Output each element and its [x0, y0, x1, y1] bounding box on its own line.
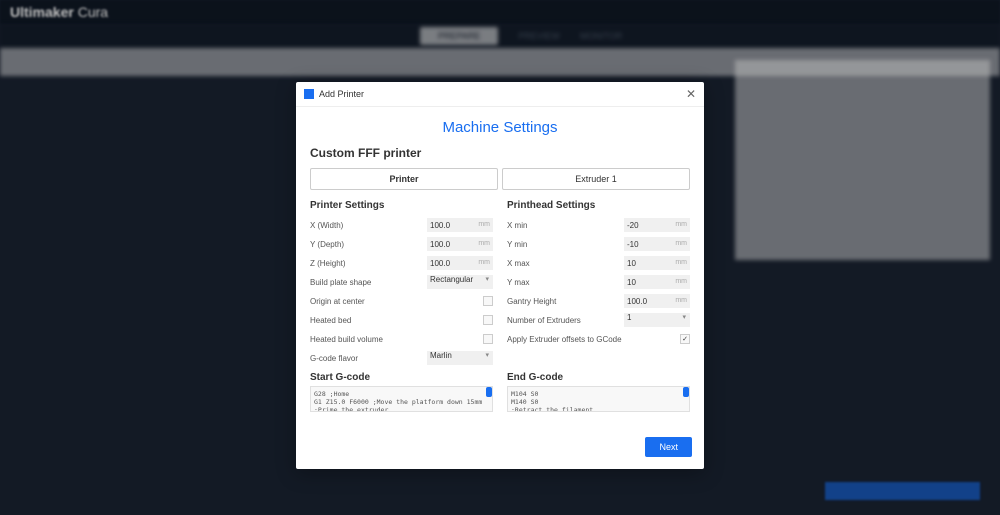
extruders-select[interactable]: 1: [624, 313, 690, 327]
tab-printer[interactable]: Printer: [310, 168, 498, 190]
printhead-settings-column: Printhead Settings X min mm Y min mm X max…: [507, 200, 690, 417]
heated-bed-label: Heated bed: [310, 316, 483, 325]
scrollbar-thumb[interactable]: [486, 387, 492, 397]
x-min-input[interactable]: [624, 218, 672, 232]
z-height-input[interactable]: [427, 256, 475, 270]
gantry-input[interactable]: [624, 294, 672, 308]
y-max-unit: mm: [672, 275, 690, 289]
x-max-input[interactable]: [624, 256, 672, 270]
extruders-label: Number of Extruders: [507, 316, 624, 325]
heated-bed-checkbox[interactable]: [483, 315, 493, 325]
modal-icon: [304, 89, 314, 99]
gcode-flavor-select[interactable]: Marlin: [427, 351, 493, 365]
origin-label: Origin at center: [310, 297, 483, 306]
modal-heading: Machine Settings: [310, 119, 690, 136]
tab-extruder[interactable]: Extruder 1: [502, 168, 690, 190]
printer-name: Custom FFF printer: [310, 146, 690, 160]
offsets-label: Apply Extruder offsets to GCode: [507, 335, 680, 344]
z-height-unit: mm: [475, 256, 493, 270]
gcode-flavor-label: G-code flavor: [310, 354, 427, 363]
z-height-label: Z (Height): [310, 259, 427, 268]
build-plate-label: Build plate shape: [310, 278, 427, 287]
y-min-input[interactable]: [624, 237, 672, 251]
x-width-input[interactable]: [427, 218, 475, 232]
end-gcode-heading: End G-code: [507, 372, 690, 383]
x-max-label: X max: [507, 259, 624, 268]
modal-titlebar: Add Printer ✕: [296, 82, 704, 107]
modal-window-title: Add Printer: [319, 89, 364, 99]
gantry-label: Gantry Height: [507, 297, 624, 306]
origin-checkbox[interactable]: [483, 296, 493, 306]
scrollbar-thumb[interactable]: [683, 387, 689, 397]
printer-settings-heading: Printer Settings: [310, 200, 493, 211]
add-printer-modal: Add Printer ✕ Machine Settings Custom FF…: [296, 82, 704, 469]
end-gcode-textarea[interactable]: M104 S0 M140 S0 ;Retract the filament: [507, 386, 690, 412]
y-depth-unit: mm: [475, 237, 493, 251]
start-gcode-textarea[interactable]: G28 ;Home G1 Z15.0 F6000 ;Move the platf…: [310, 386, 493, 412]
y-depth-input[interactable]: [427, 237, 475, 251]
x-width-unit: mm: [475, 218, 493, 232]
y-depth-label: Y (Depth): [310, 240, 427, 249]
gantry-unit: mm: [672, 294, 690, 308]
y-min-label: Y min: [507, 240, 624, 249]
y-max-label: Y max: [507, 278, 624, 287]
x-min-label: X min: [507, 221, 624, 230]
heated-vol-label: Heated build volume: [310, 335, 483, 344]
next-button[interactable]: Next: [645, 437, 692, 457]
y-min-unit: mm: [672, 237, 690, 251]
printer-settings-column: Printer Settings X (Width) mm Y (Depth) mm…: [310, 200, 493, 417]
printhead-settings-heading: Printhead Settings: [507, 200, 690, 211]
x-max-unit: mm: [672, 256, 690, 270]
start-gcode-heading: Start G-code: [310, 372, 493, 383]
y-max-input[interactable]: [624, 275, 672, 289]
x-width-label: X (Width): [310, 221, 427, 230]
settings-tabs: Printer Extruder 1: [310, 168, 690, 190]
offsets-checkbox[interactable]: ✓: [680, 334, 690, 344]
heated-vol-checkbox[interactable]: [483, 334, 493, 344]
x-min-unit: mm: [672, 218, 690, 232]
build-plate-select[interactable]: Rectangular: [427, 275, 493, 289]
close-icon[interactable]: ✕: [686, 87, 696, 101]
